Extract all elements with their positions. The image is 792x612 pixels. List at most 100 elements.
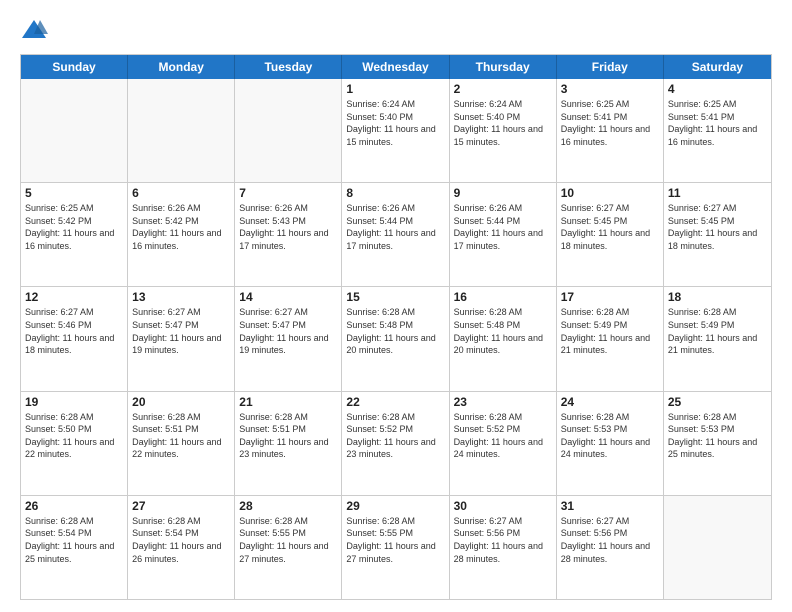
- calendar-day-11: 11Sunrise: 6:27 AM Sunset: 5:45 PM Dayli…: [664, 183, 771, 286]
- header-day-thursday: Thursday: [450, 55, 557, 79]
- day-info: Sunrise: 6:27 AM Sunset: 5:47 PM Dayligh…: [132, 306, 230, 356]
- day-number: 22: [346, 395, 444, 409]
- day-info: Sunrise: 6:24 AM Sunset: 5:40 PM Dayligh…: [346, 98, 444, 148]
- header-day-saturday: Saturday: [664, 55, 771, 79]
- day-info: Sunrise: 6:24 AM Sunset: 5:40 PM Dayligh…: [454, 98, 552, 148]
- header: [20, 16, 772, 44]
- day-info: Sunrise: 6:28 AM Sunset: 5:53 PM Dayligh…: [561, 411, 659, 461]
- header-day-wednesday: Wednesday: [342, 55, 449, 79]
- calendar-day-18: 18Sunrise: 6:28 AM Sunset: 5:49 PM Dayli…: [664, 287, 771, 390]
- calendar-row-3: 19 Sunrise: 6:28 AM Sunset: 5:50 PM Dayli…: [21, 391, 771, 495]
- day-info: Sunrise: 6:27 AM Sunset: 5:45 PM Dayligh…: [561, 202, 659, 252]
- calendar-day-16: 16 Sunrise: 6:28 AM Sunset: 5:48 PM Dayli…: [450, 287, 557, 390]
- day-info: Sunrise: 6:27 AM Sunset: 5:56 PM Dayligh…: [454, 515, 552, 565]
- day-info: Sunrise: 6:27 AM Sunset: 5:46 PM Dayligh…: [25, 306, 123, 356]
- calendar-body: 1 Sunrise: 6:24 AM Sunset: 5:40 PM Daylig…: [21, 79, 771, 599]
- day-info: Sunrise: 6:28 AM Sunset: 5:50 PM Dayligh…: [25, 411, 123, 461]
- calendar-day-1: 1 Sunrise: 6:24 AM Sunset: 5:40 PM Daylig…: [342, 79, 449, 182]
- day-number: 12: [25, 290, 123, 304]
- calendar-empty-cell: [128, 79, 235, 182]
- calendar-day-28: 28 Sunrise: 6:28 AM Sunset: 5:55 PM Dayli…: [235, 496, 342, 599]
- day-number: 16: [454, 290, 552, 304]
- calendar-row-0: 1 Sunrise: 6:24 AM Sunset: 5:40 PM Daylig…: [21, 79, 771, 182]
- day-number: 23: [454, 395, 552, 409]
- calendar-day-9: 9Sunrise: 6:26 AM Sunset: 5:44 PM Daylig…: [450, 183, 557, 286]
- calendar-day-23: 23 Sunrise: 6:28 AM Sunset: 5:52 PM Dayli…: [450, 392, 557, 495]
- calendar-day-24: 24 Sunrise: 6:28 AM Sunset: 5:53 PM Dayli…: [557, 392, 664, 495]
- day-number: 28: [239, 499, 337, 513]
- day-number: 27: [132, 499, 230, 513]
- calendar-day-2: 2 Sunrise: 6:24 AM Sunset: 5:40 PM Daylig…: [450, 79, 557, 182]
- day-number: 8: [346, 186, 444, 200]
- day-info: Sunrise: 6:28 AM Sunset: 5:55 PM Dayligh…: [239, 515, 337, 565]
- calendar-day-8: 8 Sunrise: 6:26 AM Sunset: 5:44 PM Daylig…: [342, 183, 449, 286]
- day-info: Sunrise: 6:28 AM Sunset: 5:48 PM Dayligh…: [346, 306, 444, 356]
- calendar-day-25: 25 Sunrise: 6:28 AM Sunset: 5:53 PM Dayli…: [664, 392, 771, 495]
- day-info: Sunrise: 6:27 AM Sunset: 5:56 PM Dayligh…: [561, 515, 659, 565]
- day-info: Sunrise: 6:28 AM Sunset: 5:51 PM Dayligh…: [132, 411, 230, 461]
- day-number: 1: [346, 82, 444, 96]
- calendar-day-7: 7 Sunrise: 6:26 AM Sunset: 5:43 PM Daylig…: [235, 183, 342, 286]
- day-info: Sunrise: 6:28 AM Sunset: 5:55 PM Dayligh…: [346, 515, 444, 565]
- day-number: 26: [25, 499, 123, 513]
- day-number: 5: [25, 186, 123, 200]
- day-number: 20: [132, 395, 230, 409]
- calendar-empty-cell: [235, 79, 342, 182]
- day-info: Sunrise: 6:28 AM Sunset: 5:49 PM Dayligh…: [561, 306, 659, 356]
- day-number: 21: [239, 395, 337, 409]
- day-info: Sunrise: 6:26 AM Sunset: 5:43 PM Dayligh…: [239, 202, 337, 252]
- day-info: Sunrise: 6:28 AM Sunset: 5:52 PM Dayligh…: [346, 411, 444, 461]
- day-info: Sunrise: 6:28 AM Sunset: 5:54 PM Dayligh…: [25, 515, 123, 565]
- day-info: Sunrise: 6:28 AM Sunset: 5:48 PM Dayligh…: [454, 306, 552, 356]
- calendar-day-5: 5 Sunrise: 6:25 AM Sunset: 5:42 PM Daylig…: [21, 183, 128, 286]
- day-info: Sunrise: 6:28 AM Sunset: 5:53 PM Dayligh…: [668, 411, 767, 461]
- day-info: Sunrise: 6:28 AM Sunset: 5:54 PM Dayligh…: [132, 515, 230, 565]
- day-number: 25: [668, 395, 767, 409]
- header-day-sunday: Sunday: [21, 55, 128, 79]
- day-number: 31: [561, 499, 659, 513]
- day-number: 17: [561, 290, 659, 304]
- calendar-day-15: 15 Sunrise: 6:28 AM Sunset: 5:48 PM Dayli…: [342, 287, 449, 390]
- day-number: 18: [668, 290, 767, 304]
- day-number: 7: [239, 186, 337, 200]
- calendar-day-26: 26 Sunrise: 6:28 AM Sunset: 5:54 PM Dayli…: [21, 496, 128, 599]
- calendar-day-13: 13Sunrise: 6:27 AM Sunset: 5:47 PM Dayli…: [128, 287, 235, 390]
- calendar-row-1: 5 Sunrise: 6:25 AM Sunset: 5:42 PM Daylig…: [21, 182, 771, 286]
- calendar-day-27: 27 Sunrise: 6:28 AM Sunset: 5:54 PM Dayli…: [128, 496, 235, 599]
- header-day-tuesday: Tuesday: [235, 55, 342, 79]
- calendar-day-14: 14Sunrise: 6:27 AM Sunset: 5:47 PM Dayli…: [235, 287, 342, 390]
- calendar-day-6: 6 Sunrise: 6:26 AM Sunset: 5:42 PM Daylig…: [128, 183, 235, 286]
- day-number: 15: [346, 290, 444, 304]
- calendar-day-10: 10 Sunrise: 6:27 AM Sunset: 5:45 PM Dayli…: [557, 183, 664, 286]
- calendar-day-4: 4 Sunrise: 6:25 AM Sunset: 5:41 PM Daylig…: [664, 79, 771, 182]
- calendar-header: SundayMondayTuesdayWednesdayThursdayFrid…: [21, 55, 771, 79]
- day-number: 2: [454, 82, 552, 96]
- day-info: Sunrise: 6:26 AM Sunset: 5:44 PM Dayligh…: [346, 202, 444, 252]
- calendar-empty-cell: [664, 496, 771, 599]
- calendar-day-3: 3Sunrise: 6:25 AM Sunset: 5:41 PM Daylig…: [557, 79, 664, 182]
- calendar-day-20: 20 Sunrise: 6:28 AM Sunset: 5:51 PM Dayli…: [128, 392, 235, 495]
- day-number: 4: [668, 82, 767, 96]
- calendar-empty-cell: [21, 79, 128, 182]
- calendar: SundayMondayTuesdayWednesdayThursdayFrid…: [20, 54, 772, 600]
- day-info: Sunrise: 6:25 AM Sunset: 5:41 PM Dayligh…: [668, 98, 767, 148]
- header-day-friday: Friday: [557, 55, 664, 79]
- calendar-day-22: 22 Sunrise: 6:28 AM Sunset: 5:52 PM Dayli…: [342, 392, 449, 495]
- page: SundayMondayTuesdayWednesdayThursdayFrid…: [0, 0, 792, 612]
- header-day-monday: Monday: [128, 55, 235, 79]
- calendar-row-2: 12 Sunrise: 6:27 AM Sunset: 5:46 PM Dayli…: [21, 286, 771, 390]
- day-number: 19: [25, 395, 123, 409]
- day-info: Sunrise: 6:25 AM Sunset: 5:42 PM Dayligh…: [25, 202, 123, 252]
- day-number: 10: [561, 186, 659, 200]
- day-number: 24: [561, 395, 659, 409]
- day-number: 6: [132, 186, 230, 200]
- logo-icon: [20, 16, 48, 44]
- calendar-day-31: 31 Sunrise: 6:27 AM Sunset: 5:56 PM Dayli…: [557, 496, 664, 599]
- calendar-day-30: 30Sunrise: 6:27 AM Sunset: 5:56 PM Dayli…: [450, 496, 557, 599]
- day-info: Sunrise: 6:26 AM Sunset: 5:42 PM Dayligh…: [132, 202, 230, 252]
- day-info: Sunrise: 6:26 AM Sunset: 5:44 PM Dayligh…: [454, 202, 552, 252]
- calendar-day-21: 21Sunrise: 6:28 AM Sunset: 5:51 PM Dayli…: [235, 392, 342, 495]
- day-info: Sunrise: 6:28 AM Sunset: 5:52 PM Dayligh…: [454, 411, 552, 461]
- day-info: Sunrise: 6:27 AM Sunset: 5:47 PM Dayligh…: [239, 306, 337, 356]
- calendar-day-17: 17 Sunrise: 6:28 AM Sunset: 5:49 PM Dayli…: [557, 287, 664, 390]
